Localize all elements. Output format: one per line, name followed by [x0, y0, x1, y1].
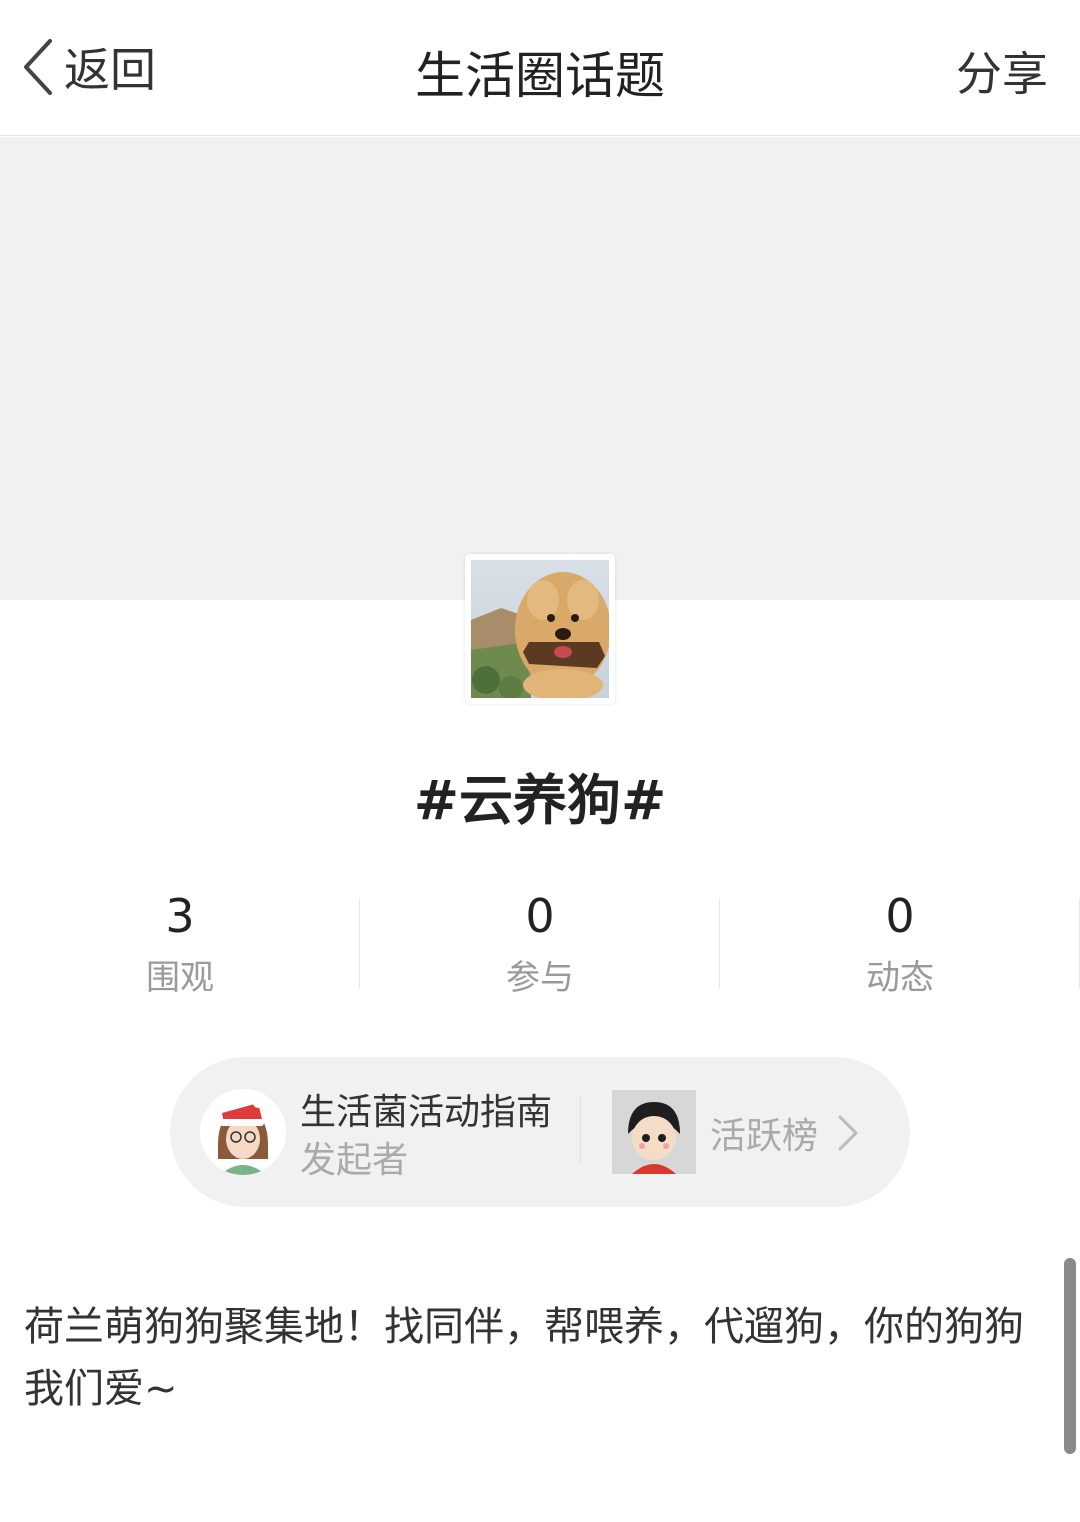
ranking-link[interactable]: 活跃榜 — [710, 1107, 860, 1159]
topic-title: #云养狗# — [413, 769, 667, 832]
organizer-avatar[interactable] — [200, 1089, 286, 1175]
topic-image[interactable] — [465, 554, 615, 704]
stat-posts: 0 动态 — [720, 888, 1080, 998]
ranking-label: 活跃榜 — [710, 1116, 819, 1157]
organizer-info[interactable]: 生活菌活动指南 发起者 — [300, 1091, 552, 1187]
stat-label: 动态 — [866, 958, 934, 998]
stat-value: 0 — [525, 889, 555, 943]
cover-image-area — [0, 137, 1080, 600]
top-user-avatar[interactable] — [612, 1090, 696, 1174]
organizer-ranking-panel: 生活菌活动指南 发起者 活跃榜 — [170, 1057, 910, 1207]
stat-participants: 0 参与 — [360, 888, 720, 998]
divider — [580, 1097, 581, 1163]
stat-value: 0 — [885, 889, 915, 943]
topic-description: 荷兰萌狗狗聚集地！找同伴，帮喂养，代遛狗，你的狗狗我们爱~ — [24, 1304, 1024, 1412]
avatar-icon — [612, 1090, 696, 1174]
stat-label: 参与 — [506, 958, 574, 998]
dog-photo-icon — [471, 560, 609, 698]
share-button[interactable]: 分享 — [956, 38, 1048, 104]
topic-stats: 3 围观 0 参与 0 动态 — [0, 888, 1080, 998]
avatar-icon — [200, 1089, 286, 1175]
organizer-role: 发起者 — [300, 1140, 409, 1181]
top-navigation-bar: 返回 生活圈话题 分享 — [0, 0, 1080, 136]
organizer-name: 生活菌活动指南 — [300, 1092, 553, 1133]
scrollbar[interactable] — [1064, 1258, 1076, 1454]
page-title: 生活圈话题 — [415, 47, 665, 105]
stat-label: 围观 — [146, 958, 214, 998]
stat-views: 3 围观 — [0, 888, 360, 998]
stat-value: 3 — [165, 889, 195, 943]
chevron-right-icon — [838, 1115, 858, 1151]
